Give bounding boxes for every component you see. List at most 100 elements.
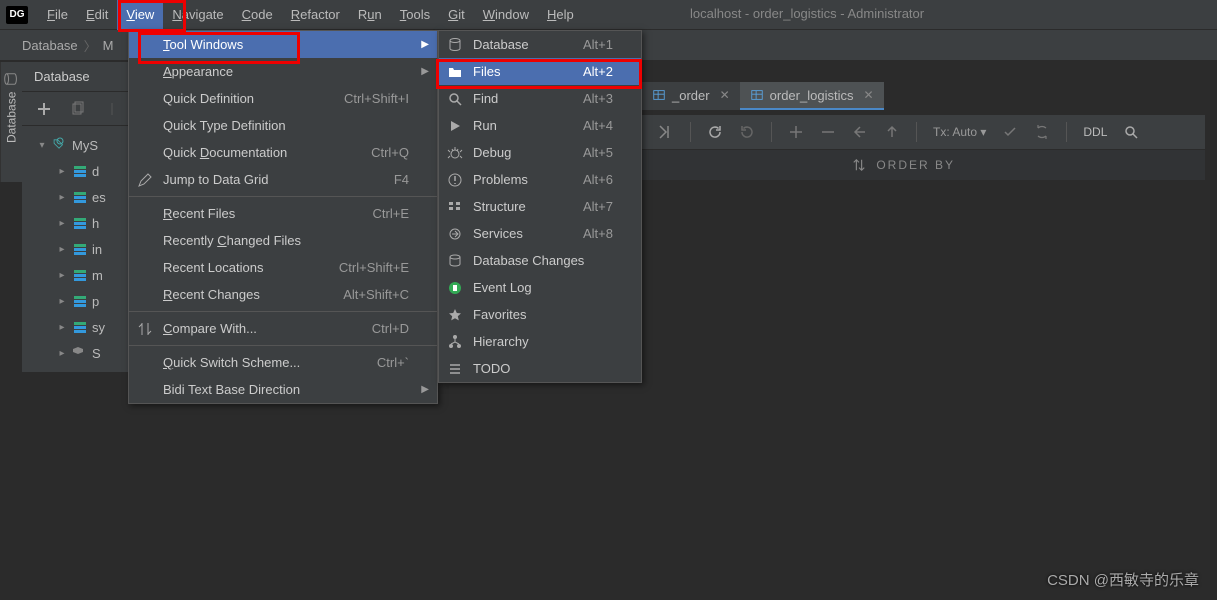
sync-icon[interactable] xyxy=(1034,124,1050,140)
tool-window-stripe-database[interactable]: Database xyxy=(0,62,22,182)
refresh-icon[interactable] xyxy=(707,124,723,140)
menu-item-shortcut: Alt+4 xyxy=(583,118,613,133)
close-icon[interactable]: ✕ xyxy=(863,88,873,102)
submenu-arrow-icon: ▶ xyxy=(421,384,429,395)
search-icon xyxy=(447,91,463,107)
submenu-item-run[interactable]: Run Alt+4 xyxy=(439,112,641,139)
menu-item-label: Favorites xyxy=(473,307,526,322)
menu-item-label: Database Changes xyxy=(473,253,584,268)
menu-item-compare-with-[interactable]: Compare With...Ctrl+D xyxy=(129,315,437,342)
menu-view[interactable]: View xyxy=(117,0,163,30)
rollback-icon[interactable] xyxy=(739,124,755,140)
submenu-item-find[interactable]: FindAlt+3 xyxy=(439,85,641,112)
menu-item-quick-switch-scheme-[interactable]: Quick Switch Scheme...Ctrl+` xyxy=(129,349,437,376)
tool-windows-submenu: DatabaseAlt+1 Files Alt+2 FindAlt+3 Run Alt+4… xyxy=(438,30,642,383)
submenu-item-event-log[interactable]: Event Log xyxy=(439,274,641,301)
star-icon xyxy=(447,307,463,323)
submenu-item-debug[interactable]: DebugAlt+5 xyxy=(439,139,641,166)
menu-item-recent-changes[interactable]: Recent ChangesAlt+Shift+C xyxy=(129,281,437,308)
menu-item-label: Debug xyxy=(473,145,511,160)
menu-refactor[interactable]: Refactor xyxy=(282,0,349,30)
table-icon xyxy=(652,88,666,102)
submenu-item-files[interactable]: Files Alt+2 xyxy=(439,58,641,85)
menu-item-label: TODO xyxy=(473,361,510,376)
dbchanges-icon xyxy=(447,253,463,269)
submenu-item-services[interactable]: ServicesAlt+8 xyxy=(439,220,641,247)
editor-tab[interactable]: order_logistics ✕ xyxy=(740,82,884,110)
copy-icon[interactable] xyxy=(70,101,86,117)
close-icon[interactable]: ✕ xyxy=(720,88,730,102)
menu-tools[interactable]: Tools xyxy=(391,0,439,30)
menu-item-shortcut: Alt+2 xyxy=(583,64,613,79)
menu-item-shortcut: F4 xyxy=(394,172,409,187)
menu-item-shortcut: Alt+8 xyxy=(583,226,613,241)
sort-bar: ORDER BY xyxy=(642,150,1205,180)
menu-file[interactable]: File xyxy=(38,0,77,30)
bug-icon xyxy=(447,145,463,161)
menu-item-label: Files xyxy=(473,64,500,79)
menu-item-shortcut: Ctrl+Shift+E xyxy=(339,260,409,275)
menu-code[interactable]: Code xyxy=(233,0,282,30)
menu-git[interactable]: Git xyxy=(439,0,474,30)
pencil-icon xyxy=(137,172,153,188)
menu-item-recently-changed-files[interactable]: Recently Changed Files xyxy=(129,227,437,254)
breadcrumb-item[interactable]: Database xyxy=(22,38,78,53)
menu-item-shortcut: Alt+7 xyxy=(583,199,613,214)
sort-icon[interactable] xyxy=(852,158,866,172)
menu-run[interactable]: Run xyxy=(349,0,391,30)
editor-tabs: _order✕ order_logistics ✕ xyxy=(642,82,884,110)
menu-item-label: Quick Definition xyxy=(163,91,254,106)
submenu-item-hierarchy[interactable]: Hierarchy xyxy=(439,328,641,355)
menu-item-shortcut: Ctrl+Q xyxy=(371,145,409,160)
menu-item-quick-documentation[interactable]: Quick DocumentationCtrl+Q xyxy=(129,139,437,166)
menu-item-shortcut: Alt+3 xyxy=(583,91,613,106)
search-icon[interactable] xyxy=(1123,124,1139,140)
menu-item-tool-windows[interactable]: Tool Windows▶ xyxy=(129,31,437,58)
tx-mode-selector[interactable]: Tx: Auto ▾ xyxy=(933,125,986,139)
skip-last-icon[interactable] xyxy=(658,124,674,140)
menu-window[interactable]: Window xyxy=(474,0,538,30)
breadcrumb-item[interactable]: M xyxy=(103,38,114,53)
submenu-item-database[interactable]: DatabaseAlt+1 xyxy=(439,31,641,58)
menu-item-label: Recent Locations xyxy=(163,260,263,275)
menu-item-recent-locations[interactable]: Recent Locations Ctrl+Shift+E xyxy=(129,254,437,281)
submenu-item-problems[interactable]: ProblemsAlt+6 xyxy=(439,166,641,193)
table-icon xyxy=(750,88,764,102)
menu-item-recent-files[interactable]: Recent FilesCtrl+E xyxy=(129,200,437,227)
menu-item-shortcut: Alt+6 xyxy=(583,172,613,187)
menu-edit[interactable]: Edit xyxy=(77,0,117,30)
submenu-item-database-changes[interactable]: Database Changes xyxy=(439,247,641,274)
menu-item-appearance[interactable]: Appearance▶ xyxy=(129,58,437,85)
menu-item-label: Run xyxy=(473,118,497,133)
todo-icon xyxy=(447,361,463,377)
submenu-item-todo[interactable]: TODO xyxy=(439,355,641,382)
menu-item-jump-to-data-grid[interactable]: Jump to Data GridF4 xyxy=(129,166,437,193)
revert-icon[interactable] xyxy=(852,124,868,140)
database-icon xyxy=(5,72,19,86)
tab-label: order_logistics xyxy=(770,88,854,103)
submenu-item-favorites[interactable]: Favorites xyxy=(439,301,641,328)
add-row-icon[interactable] xyxy=(788,124,804,140)
menu-item-shortcut: Ctrl+Shift+I xyxy=(344,91,409,106)
breadcrumb-separator: 〉 xyxy=(84,36,97,55)
eventlog-icon xyxy=(447,280,463,296)
main-menubar: DG FileEditViewNavigateCodeRefactorRunTo… xyxy=(0,0,1217,30)
check-icon[interactable] xyxy=(1002,124,1018,140)
menu-item-label: Recent Changes xyxy=(163,287,260,302)
menu-item-bidi-text-base-direction[interactable]: Bidi Text Base Direction▶ xyxy=(129,376,437,403)
menu-item-label: Recent Files xyxy=(163,206,235,221)
commit-icon[interactable] xyxy=(884,124,900,140)
ddl-button[interactable]: DDL xyxy=(1083,125,1107,139)
services-icon xyxy=(447,226,463,242)
menu-navigate[interactable]: Navigate xyxy=(163,0,232,30)
menu-help[interactable]: Help xyxy=(538,0,583,30)
editor-tab[interactable]: _order✕ xyxy=(642,82,740,110)
watermark: CSDN @西敏寺的乐章 xyxy=(1047,569,1199,590)
menu-item-quick-definition[interactable]: Quick Definition Ctrl+Shift+I xyxy=(129,85,437,112)
add-icon[interactable] xyxy=(36,101,52,117)
remove-row-icon[interactable] xyxy=(820,124,836,140)
menu-item-quick-type-definition[interactable]: Quick Type Definition xyxy=(129,112,437,139)
toolbar-separator xyxy=(771,122,772,142)
submenu-item-structure[interactable]: StructureAlt+7 xyxy=(439,193,641,220)
app-logo: DG xyxy=(6,6,28,24)
